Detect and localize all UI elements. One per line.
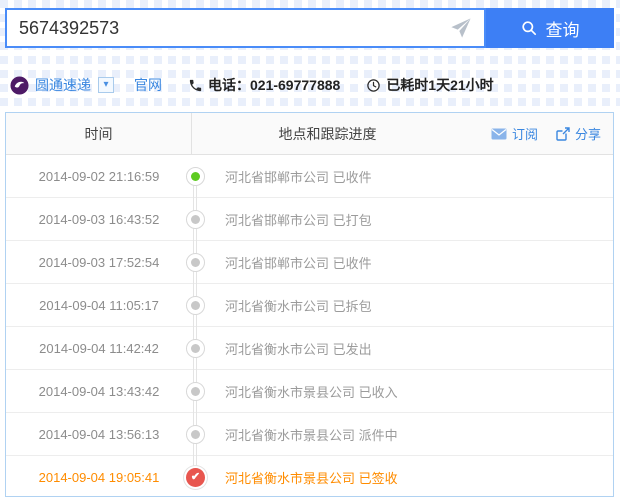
column-header-progress: 地点和跟踪进度 订阅 分享 bbox=[192, 113, 613, 154]
delivered-check-icon: ✔ bbox=[186, 468, 205, 487]
query-button-label: 查询 bbox=[545, 20, 580, 40]
event-status: 河北省衡水市景县公司 已签收 bbox=[225, 471, 398, 486]
green-dot-icon bbox=[186, 166, 205, 186]
subscribe-label: 订阅 bbox=[511, 127, 538, 142]
event-time: 2014-09-03 17:52:54 bbox=[38, 254, 160, 270]
event-status: 河北省衡水市景县公司 已收入 bbox=[225, 384, 398, 400]
event-status: 河北省邯郸市公司 已打包 bbox=[225, 212, 372, 228]
tracking-number-input[interactable] bbox=[7, 17, 450, 39]
phone-text: 电话：021-69777888 bbox=[208, 77, 341, 93]
event-time: 2014-09-04 13:56:13 bbox=[38, 426, 160, 442]
tracking-table: 时间 地点和跟踪进度 订阅 分享 2014-09-02 21:16:59 河北省… bbox=[5, 112, 614, 497]
gray-dot-icon bbox=[186, 424, 205, 444]
mail-icon bbox=[491, 128, 507, 139]
event-time: 2014-09-04 11:42:42 bbox=[39, 340, 159, 356]
event-time: 2014-09-04 11:05:17 bbox=[39, 297, 159, 313]
elapsed-text: 已耗时1天21小时 bbox=[386, 77, 494, 93]
gray-dot-icon bbox=[186, 338, 205, 358]
share-label: 分享 bbox=[574, 127, 601, 142]
gray-dot-icon bbox=[186, 252, 205, 272]
courier-info-bar: 圆通速递 ▾ 官网 电话：021-69777888 已耗时1天21小时 bbox=[10, 73, 494, 97]
event-status: 河北省邯郸市公司 已收件 bbox=[225, 255, 372, 271]
event-status: 河北省邯郸市公司 已收件 bbox=[225, 169, 372, 185]
phone-group: 电话：021-69777888 bbox=[188, 75, 340, 95]
header-links: 订阅 分享 bbox=[491, 124, 613, 143]
tracking-page: 查询 圆通速递 ▾ 官网 电话：021-69777888 已耗时1天21小时 bbox=[0, 0, 620, 500]
table-header: 时间 地点和跟踪进度 订阅 分享 bbox=[6, 113, 613, 155]
table-row: 2014-09-02 21:16:59 河北省邯郸市公司 已收件 bbox=[6, 155, 613, 198]
search-bar: 查询 bbox=[5, 8, 614, 48]
yto-logo-icon bbox=[10, 75, 29, 95]
table-row: 2014-09-04 13:43:42 河北省衡水市景县公司 已收入 bbox=[6, 369, 613, 413]
gray-dot-icon bbox=[186, 295, 205, 315]
check-icon: ✔ bbox=[190, 471, 201, 483]
event-time: 2014-09-04 19:05:41 bbox=[38, 470, 160, 485]
clock-icon bbox=[367, 78, 381, 92]
event-time: 2014-09-03 16:43:52 bbox=[38, 211, 160, 227]
event-status: 河北省衡水市景县公司 派件中 bbox=[225, 427, 398, 443]
courier-dropdown[interactable]: ▾ bbox=[98, 77, 114, 93]
official-site-link[interactable]: 官网 bbox=[134, 75, 162, 95]
gray-dot-icon bbox=[186, 209, 205, 229]
table-row: 2014-09-03 16:43:52 河北省邯郸市公司 已打包 bbox=[6, 197, 613, 241]
phone-icon bbox=[189, 79, 202, 91]
elapsed-group: 已耗时1天21小时 bbox=[366, 75, 494, 95]
event-status: 河北省衡水市公司 已发出 bbox=[225, 341, 372, 357]
table-row: 2014-09-04 13:56:13 河北省衡水市景县公司 派件中 bbox=[6, 412, 613, 456]
chevron-down-icon: ▾ bbox=[103, 79, 109, 90]
table-row: 2014-09-04 11:42:42 河北省衡水市公司 已发出 bbox=[6, 326, 613, 370]
table-row: 2014-09-03 17:52:54 河北省邯郸市公司 已收件 bbox=[6, 240, 613, 284]
column-header-time: 时间 bbox=[6, 113, 192, 154]
subscribe-link[interactable]: 订阅 bbox=[491, 124, 538, 143]
query-button[interactable]: 查询 bbox=[486, 8, 614, 48]
share-link[interactable]: 分享 bbox=[556, 124, 601, 143]
event-time: 2014-09-04 13:43:42 bbox=[38, 383, 160, 399]
send-icon[interactable] bbox=[450, 17, 472, 39]
search-input-wrap bbox=[5, 8, 486, 48]
share-icon bbox=[556, 126, 570, 141]
table-row-delivered: 2014-09-04 19:05:41 ✔ 河北省衡水市景县公司 已签收 bbox=[6, 455, 613, 499]
courier-name-link[interactable]: 圆通速递 bbox=[35, 75, 91, 95]
table-row: 2014-09-04 11:05:17 河北省衡水市公司 已拆包 bbox=[6, 283, 613, 327]
gray-dot-icon bbox=[186, 381, 205, 401]
column-header-progress-label: 地点和跟踪进度 bbox=[278, 125, 377, 142]
event-time: 2014-09-02 21:16:59 bbox=[38, 168, 160, 184]
event-status: 河北省衡水市公司 已拆包 bbox=[225, 298, 372, 314]
search-icon bbox=[521, 21, 536, 36]
